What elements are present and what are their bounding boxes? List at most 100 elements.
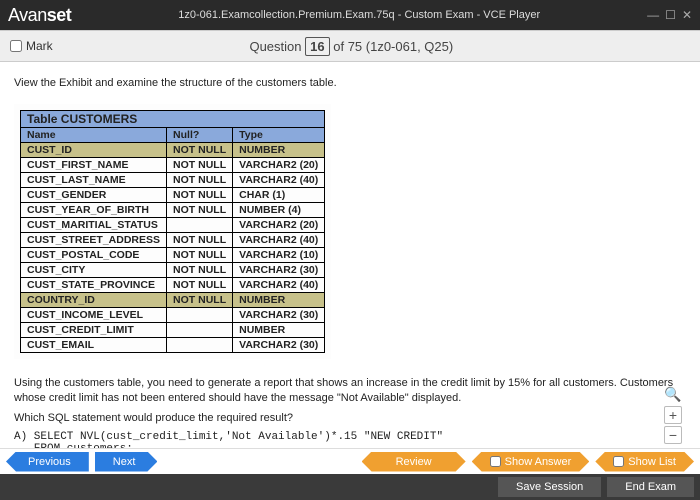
- table-row: CUST_YEAR_OF_BIRTHNOT NULLNUMBER (4): [21, 203, 325, 218]
- cell-null: NOT NULL: [167, 203, 233, 218]
- cell-null: NOT NULL: [167, 278, 233, 293]
- footer-row-2: Save Session End Exam: [0, 474, 700, 500]
- cell-type: VARCHAR2 (30): [233, 263, 325, 278]
- question-intro: View the Exhibit and examine the structu…: [14, 76, 686, 90]
- cell-null: NOT NULL: [167, 158, 233, 173]
- cell-type: VARCHAR2 (40): [233, 173, 325, 188]
- question-progress: Question 16 of 75 (1z0-061, Q25): [53, 37, 650, 56]
- close-icon[interactable]: ✕: [682, 8, 692, 22]
- show-list-toggle[interactable]: Show List: [595, 452, 694, 472]
- cell-type: NUMBER: [233, 143, 325, 158]
- footer: Previous Next Review Show Answer Show Li…: [0, 448, 700, 500]
- col-null: Null?: [167, 128, 233, 143]
- review-button[interactable]: Review: [362, 452, 466, 472]
- footer-row-1: Previous Next Review Show Answer Show Li…: [0, 448, 700, 474]
- cell-null: [167, 338, 233, 353]
- cell-name: CUST_INCOME_LEVEL: [21, 308, 167, 323]
- magnify-icon[interactable]: 🔍: [664, 386, 682, 404]
- cell-null: [167, 308, 233, 323]
- cell-type: NUMBER: [233, 323, 325, 338]
- zoom-controls: 🔍 + −: [664, 386, 682, 444]
- cell-name: CUST_STATE_PROVINCE: [21, 278, 167, 293]
- question-number: 16: [305, 37, 329, 56]
- table-row: CUST_FIRST_NAMENOT NULLVARCHAR2 (20): [21, 158, 325, 173]
- table-row: CUST_MARITIAL_STATUS VARCHAR2 (20): [21, 218, 325, 233]
- col-type: Type: [233, 128, 325, 143]
- cell-name: CUST_LAST_NAME: [21, 173, 167, 188]
- mark-checkbox-wrap[interactable]: Mark: [10, 39, 53, 53]
- content-area[interactable]: View the Exhibit and examine the structu…: [0, 62, 700, 448]
- cell-type: VARCHAR2 (40): [233, 233, 325, 248]
- show-answer-checkbox[interactable]: [490, 456, 501, 467]
- question-prompt: Which SQL statement would produce the re…: [14, 411, 686, 425]
- customers-table: Table CUSTOMERS Name Null? Type CUST_IDN…: [20, 110, 325, 353]
- show-list-label: Show List: [628, 456, 676, 468]
- window-title: 1z0-061.Examcollection.Premium.Exam.75q …: [71, 9, 647, 21]
- minimize-icon[interactable]: —: [647, 8, 659, 22]
- show-answer-label: Show Answer: [505, 456, 572, 468]
- cell-type: VARCHAR2 (20): [233, 158, 325, 173]
- cell-name: CUST_CREDIT_LIMIT: [21, 323, 167, 338]
- zoom-out-button[interactable]: −: [664, 426, 682, 444]
- end-exam-button[interactable]: End Exam: [607, 477, 694, 497]
- show-answer-toggle[interactable]: Show Answer: [472, 452, 590, 472]
- cell-type: VARCHAR2 (30): [233, 338, 325, 353]
- cell-type: VARCHAR2 (20): [233, 218, 325, 233]
- cell-name: CUST_FIRST_NAME: [21, 158, 167, 173]
- cell-name: CUST_MARITIAL_STATUS: [21, 218, 167, 233]
- exhibit-table-wrap: Table CUSTOMERS Name Null? Type CUST_IDN…: [14, 104, 331, 359]
- cell-null: [167, 323, 233, 338]
- table-header-row: Name Null? Type: [21, 128, 325, 143]
- question-body: Using the customers table, you need to g…: [14, 376, 686, 405]
- cell-type: VARCHAR2 (40): [233, 278, 325, 293]
- next-button[interactable]: Next: [95, 452, 158, 472]
- cell-null: NOT NULL: [167, 143, 233, 158]
- cell-name: CUST_POSTAL_CODE: [21, 248, 167, 263]
- cell-name: COUNTRY_ID: [21, 293, 167, 308]
- maximize-icon[interactable]: ☐: [665, 8, 676, 22]
- cell-null: NOT NULL: [167, 188, 233, 203]
- cell-type: NUMBER: [233, 293, 325, 308]
- table-row: CUST_CREDIT_LIMIT NUMBER: [21, 323, 325, 338]
- table-row: CUST_EMAIL VARCHAR2 (30): [21, 338, 325, 353]
- cell-name: CUST_STREET_ADDRESS: [21, 233, 167, 248]
- cell-name: CUST_EMAIL: [21, 338, 167, 353]
- col-name: Name: [21, 128, 167, 143]
- table-row: CUST_STREET_ADDRESSNOT NULLVARCHAR2 (40): [21, 233, 325, 248]
- cell-null: NOT NULL: [167, 263, 233, 278]
- cell-null: NOT NULL: [167, 248, 233, 263]
- table-row: CUST_INCOME_LEVEL VARCHAR2 (30): [21, 308, 325, 323]
- cell-null: NOT NULL: [167, 233, 233, 248]
- title-bar: Avanset 1z0-061.Examcollection.Premium.E…: [0, 0, 700, 30]
- previous-button[interactable]: Previous: [6, 452, 89, 472]
- mark-checkbox[interactable]: [10, 40, 22, 52]
- cell-name: CUST_ID: [21, 143, 167, 158]
- zoom-in-button[interactable]: +: [664, 406, 682, 424]
- table-row: COUNTRY_IDNOT NULLNUMBER: [21, 293, 325, 308]
- question-word: Question: [249, 39, 301, 54]
- table-title: Table CUSTOMERS: [21, 111, 325, 128]
- mark-label: Mark: [26, 39, 53, 53]
- show-list-checkbox[interactable]: [613, 456, 624, 467]
- window-controls: — ☐ ✕: [647, 8, 692, 22]
- cell-null: NOT NULL: [167, 173, 233, 188]
- cell-name: CUST_GENDER: [21, 188, 167, 203]
- table-row: CUST_IDNOT NULLNUMBER: [21, 143, 325, 158]
- cell-type: VARCHAR2 (30): [233, 308, 325, 323]
- table-row: CUST_CITYNOT NULLVARCHAR2 (30): [21, 263, 325, 278]
- table-row: CUST_POSTAL_CODENOT NULLVARCHAR2 (10): [21, 248, 325, 263]
- cell-name: CUST_YEAR_OF_BIRTH: [21, 203, 167, 218]
- app-logo: Avanset: [8, 5, 71, 26]
- save-session-button[interactable]: Save Session: [498, 477, 601, 497]
- table-row: CUST_LAST_NAMENOT NULLVARCHAR2 (40): [21, 173, 325, 188]
- question-total: of 75 (1z0-061, Q25): [333, 39, 453, 54]
- cell-type: NUMBER (4): [233, 203, 325, 218]
- option-a: A) SELECT NVL(cust_credit_limit,'Not Ava…: [14, 431, 686, 448]
- cell-type: VARCHAR2 (10): [233, 248, 325, 263]
- table-row: CUST_GENDERNOT NULLCHAR (1): [21, 188, 325, 203]
- cell-null: NOT NULL: [167, 293, 233, 308]
- table-row: CUST_STATE_PROVINCENOT NULLVARCHAR2 (40): [21, 278, 325, 293]
- cell-name: CUST_CITY: [21, 263, 167, 278]
- cell-type: CHAR (1): [233, 188, 325, 203]
- question-bar: Mark Question 16 of 75 (1z0-061, Q25): [0, 30, 700, 62]
